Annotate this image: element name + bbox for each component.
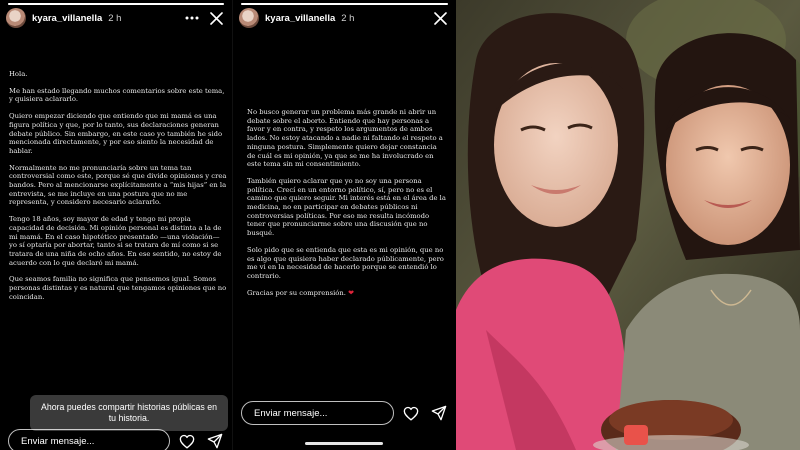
paragraph: Quiero empezar diciendo que entiendo que…	[9, 112, 223, 155]
heart-icon	[179, 434, 195, 449]
share-button[interactable]	[204, 430, 226, 450]
send-icon	[431, 405, 447, 421]
story-text: Hola. Me han estado llegando muchos come…	[9, 70, 227, 309]
paragraph: Normalmente no me pronunciaría sobre un …	[9, 163, 227, 207]
paragraph: Solo pido que se entienda que esta es mi…	[247, 245, 444, 280]
more-horizontal-icon	[185, 16, 199, 20]
send-icon	[207, 433, 223, 449]
reply-bar: Enviar mensaje...	[8, 428, 226, 450]
heart-icon	[403, 406, 419, 421]
close-button[interactable]	[430, 8, 450, 28]
username[interactable]: kyara_villanella	[32, 13, 102, 24]
paragraph: No busco generar un problema más grande …	[247, 108, 443, 169]
share-button[interactable]	[428, 402, 450, 424]
like-button[interactable]	[176, 430, 198, 450]
post-time: 2 h	[341, 12, 355, 24]
paragraph: Me han estado llegando muchos comentario…	[9, 86, 225, 104]
story-text: No busco generar un problema más grande …	[247, 108, 447, 305]
paragraph: Hola.	[9, 70, 28, 78]
story-progress-bar	[8, 3, 224, 5]
story-progress-fill	[8, 3, 224, 5]
close-icon	[209, 11, 223, 25]
post-time: 2 h	[108, 12, 122, 24]
story-screen-right: kyara_villanella 2 h No busco generar un…	[232, 0, 456, 450]
photo-illustration	[456, 0, 800, 450]
avatar[interactable]	[6, 8, 26, 28]
reply-bar: Enviar mensaje...	[241, 400, 450, 426]
paragraph: Que seamos familia no significa que pens…	[9, 275, 227, 301]
more-options-button[interactable]	[182, 8, 202, 28]
message-input[interactable]: Enviar mensaje...	[241, 401, 394, 425]
message-input[interactable]: Enviar mensaje...	[8, 429, 170, 450]
story-screen-left: kyara_villanella 2 h Hola. Me han estado…	[0, 0, 232, 450]
story-header: kyara_villanella 2 h	[6, 7, 226, 29]
close-icon	[433, 11, 447, 25]
red-heart-emoji-icon: ❤	[348, 288, 354, 297]
photo-two-women	[456, 0, 800, 450]
close-button[interactable]	[206, 8, 226, 28]
username[interactable]: kyara_villanella	[265, 13, 335, 24]
like-button[interactable]	[400, 402, 422, 424]
story-header: kyara_villanella 2 h	[239, 7, 450, 29]
paragraph: Tengo 18 años, soy mayor de edad y tengo…	[9, 215, 222, 267]
home-indicator	[305, 442, 383, 445]
closing-text: Gracias por su comprensión.	[247, 288, 349, 297]
avatar[interactable]	[239, 8, 259, 28]
story-progress-bar	[241, 3, 448, 5]
paragraph: También quiero aclarar que yo no soy una…	[247, 176, 446, 238]
share-toast: Ahora puedes compartir historias pública…	[30, 395, 228, 431]
closing-line: Gracias por su comprensión. ❤	[247, 289, 447, 298]
story-progress-fill	[241, 3, 448, 5]
